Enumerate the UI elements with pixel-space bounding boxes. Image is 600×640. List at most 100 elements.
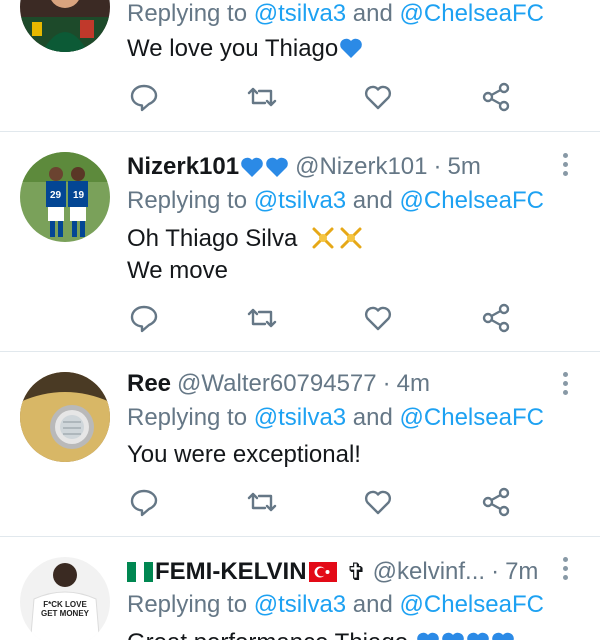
tweet-2[interactable]: 29 19 Nizerk101 @Nizerk101 · 5m Replying… [0, 150, 600, 350]
replying-conjunction: and [346, 591, 400, 618]
replying-conjunction: and [346, 0, 400, 27]
reply-icon [130, 489, 158, 517]
turkey-flag-emoji [308, 562, 337, 582]
reply-icon [130, 84, 158, 112]
divider [0, 351, 600, 352]
separator-dot: · [491, 558, 500, 585]
replying-label: Replying to [127, 0, 254, 27]
more-options-button[interactable] [560, 372, 570, 398]
avatar[interactable] [20, 372, 110, 462]
nigeria-flag-emoji [127, 562, 153, 582]
avatar-image: 29 19 [20, 152, 110, 242]
like-button[interactable] [362, 486, 394, 518]
share-icon [482, 82, 510, 112]
share-icon [482, 303, 510, 333]
avatar[interactable]: F*CK LOVE GET MONEY [20, 557, 110, 640]
separator-dot: · [433, 153, 442, 180]
tweet-text: We love you Thiago [127, 35, 363, 63]
display-name[interactable]: FEMI-KELVIN [155, 558, 307, 586]
mention-link[interactable]: @ChelseaFC [400, 591, 544, 618]
share-button[interactable] [480, 486, 512, 518]
replying-to: Replying to @tsilva3 and @ChelseaFC [127, 187, 544, 215]
replying-label: Replying to [127, 404, 254, 431]
tweet-3[interactable]: Ree @Walter60794577 · 4m Replying to @ts… [0, 367, 600, 535]
mention-link[interactable]: @ChelseaFC [400, 0, 544, 27]
replying-label: Replying to [127, 187, 254, 214]
mention-link[interactable]: @tsilva3 [254, 187, 346, 214]
replying-to: Replying to @tsilva3 and @ChelseaFC [127, 404, 544, 432]
retweet-button[interactable] [246, 302, 278, 334]
tweet-text: You were exceptional! [127, 441, 361, 468]
mention-link[interactable]: @ChelseaFC [400, 404, 544, 431]
display-name[interactable]: Ree [127, 370, 171, 398]
retweet-icon [247, 308, 277, 328]
tweet-4[interactable]: F*CK LOVE GET MONEY FEMI-KELVIN ✞ @kelvi… [0, 555, 600, 640]
divider [0, 536, 600, 537]
blue-heart-emoji [491, 632, 514, 640]
avatar-image: F*CK LOVE GET MONEY [20, 557, 110, 640]
timestamp[interactable]: 4m [397, 370, 430, 398]
mention-link[interactable]: @tsilva3 [254, 404, 346, 431]
share-button[interactable] [480, 81, 512, 113]
blue-heart-emoji [441, 632, 464, 640]
reply-icon [130, 305, 158, 333]
replying-conjunction: and [346, 404, 400, 431]
avatar-jersey-number: 19 [73, 190, 85, 201]
blue-heart-emoji [416, 632, 439, 640]
replying-label: Replying to [127, 591, 254, 618]
retweet-icon [247, 492, 277, 512]
tweet-text-line: We love you Thiago [127, 35, 339, 62]
divider [0, 131, 600, 132]
user-handle[interactable]: @Nizerk101 [295, 153, 427, 181]
like-icon [364, 85, 392, 110]
retweet-icon [247, 87, 277, 107]
mention-link[interactable]: @tsilva3 [254, 0, 346, 27]
reply-button[interactable] [128, 302, 160, 334]
timestamp[interactable]: 7m [505, 558, 538, 586]
tweet-1[interactable]: Replying to @tsilva3 and @ChelseaFC We l… [0, 0, 600, 130]
name-row: FEMI-KELVIN ✞ @kelvinf... · 7m [127, 555, 538, 589]
share-icon [482, 487, 510, 517]
avatar-shirt-text: F*CK LOVE [43, 600, 87, 609]
replying-to: Replying to @tsilva3 and @ChelseaFC [127, 0, 544, 28]
user-handle[interactable]: @Walter60794577 [177, 370, 377, 398]
blue-heart-emoji [241, 157, 263, 177]
avatar-image [20, 372, 110, 462]
replying-to: Replying to @tsilva3 and @ChelseaFC [127, 591, 544, 619]
avatar-jersey-number: 29 [50, 190, 62, 201]
tweet-text: Great performance Thiago [127, 629, 408, 640]
tweet-text: Oh Thiago Silva [127, 225, 298, 252]
retweet-button[interactable] [246, 486, 278, 518]
name-row: Ree @Walter60794577 · 4m [127, 367, 430, 401]
like-icon [364, 306, 392, 331]
cartwheel-emoji [312, 227, 362, 249]
mention-link[interactable]: @ChelseaFC [400, 187, 544, 214]
like-button[interactable] [362, 302, 394, 334]
user-handle[interactable]: @kelvinf... [373, 558, 485, 586]
mention-link[interactable]: @tsilva3 [254, 591, 346, 618]
separator-dot: · [382, 370, 391, 397]
reply-button[interactable] [128, 486, 160, 518]
avatar-shirt-text: GET MONEY [41, 609, 90, 618]
like-icon [364, 490, 392, 515]
name-row: Nizerk101 @Nizerk101 · 5m [127, 150, 481, 184]
like-button[interactable] [362, 81, 394, 113]
more-options-button[interactable] [560, 153, 570, 179]
tweet-text-line: We move [127, 257, 228, 284]
avatar[interactable] [20, 0, 110, 52]
blue-heart-emoji [466, 632, 489, 640]
tweet-text-line: Oh Thiago Silva [127, 225, 366, 253]
timestamp[interactable]: 5m [448, 153, 481, 181]
retweet-button[interactable] [246, 81, 278, 113]
tweet-text-line: Great performance Thiago [127, 629, 515, 640]
cross-symbol: ✞ [346, 558, 367, 586]
display-name[interactable]: Nizerk101 [127, 153, 239, 181]
blue-heart-emoji [340, 38, 363, 58]
more-options-button[interactable] [560, 557, 570, 583]
share-button[interactable] [480, 302, 512, 334]
replying-conjunction: and [346, 187, 400, 214]
reply-button[interactable] [128, 81, 160, 113]
avatar[interactable]: 29 19 [20, 152, 110, 242]
avatar-image [20, 0, 110, 52]
blue-heart-emoji [266, 157, 288, 177]
